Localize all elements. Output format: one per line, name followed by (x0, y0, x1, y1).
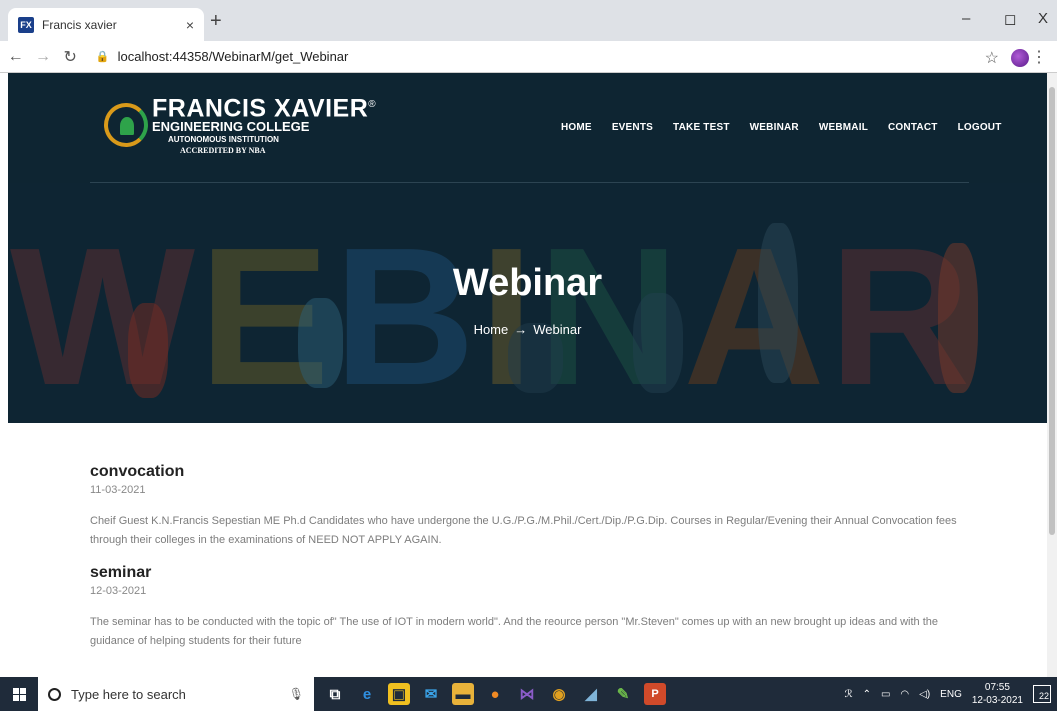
illustration-person (298, 298, 343, 388)
reload-icon[interactable]: ↻ (59, 47, 82, 67)
volume-icon[interactable]: ◁) (919, 689, 930, 700)
visual-studio-icon[interactable]: ⋈ (516, 683, 538, 705)
firefox-icon[interactable]: ● (484, 683, 506, 705)
minimize-button[interactable]: – (962, 10, 970, 27)
chrome-icon[interactable]: ◉ (548, 683, 570, 705)
store-icon[interactable]: ▣ (388, 683, 410, 705)
page-scrollbar[interactable] (1047, 73, 1057, 677)
scrollbar-thumb[interactable] (1049, 87, 1055, 535)
logo-emblem-icon (104, 102, 148, 147)
taskbar-search-placeholder: Type here to search (71, 686, 186, 702)
url-text: localhost:44358/WebinarM/get_Webinar (117, 49, 349, 64)
profile-avatar[interactable] (1011, 49, 1029, 67)
webinar-date: 11-03-2021 (90, 484, 146, 496)
task-view-icon[interactable]: ⧉ (324, 683, 346, 705)
illustration-person (633, 293, 683, 393)
main-menu: HOME EVENTS TAKE TEST WEBINAR WEBMAIL CO… (561, 122, 1002, 133)
battery-icon[interactable]: ▭ (881, 689, 890, 700)
tab-close-icon[interactable]: × (186, 17, 194, 33)
browser-tab-strip: FX Francis xavier × + – ◻ X (0, 0, 1057, 41)
list-item: seminar 12-03-2021 The seminar has to be… (90, 564, 970, 651)
breadcrumb-arrow-icon: → (514, 322, 528, 337)
clock-date: 12-03-2021 (971, 695, 1023, 706)
paint-app-icon[interactable]: ✎ (612, 683, 634, 705)
url-field[interactable]: 🔒 localhost:44358/WebinarM/get_Webinar (96, 44, 1057, 70)
webinar-title: convocation (90, 463, 185, 480)
bookmark-star-icon[interactable]: ☆ (985, 48, 999, 68)
webinar-title: seminar (90, 564, 152, 581)
breadcrumb: Home → Webinar (8, 322, 1047, 337)
header-divider (90, 182, 969, 183)
webinar-description: The seminar has to be conducted with the… (90, 616, 939, 647)
windows-logo-icon (12, 687, 26, 701)
system-tray: ℛ ⌃ ▭ ◠ ◁) ENG 07:55 12-03-2021 22 (845, 677, 1051, 711)
webinar-date: 12-03-2021 (90, 585, 147, 597)
lock-icon: 🔒 (95, 51, 110, 63)
registered-mark: ® (368, 99, 377, 110)
logo-line3: AUTONOMOUS INSTITUTION (168, 135, 279, 145)
college-logo[interactable]: FRANCIS XAVIER® ENGINEERING COLLEGE AUTO… (104, 93, 376, 156)
webinar-list: convocation 11-03-2021 Cheif Guest K.N.F… (90, 463, 970, 665)
menu-webmail[interactable]: WEBMAIL (819, 122, 868, 133)
forward-arrow-icon[interactable]: → (31, 48, 54, 66)
tab-title: Francis xavier (42, 17, 117, 32)
menu-logout[interactable]: LOGOUT (958, 122, 1002, 133)
powerpoint-icon[interactable]: P (644, 683, 666, 705)
menu-take-test[interactable]: TAKE TEST (673, 122, 730, 133)
back-arrow-icon[interactable]: ← (4, 48, 27, 66)
list-item: convocation 11-03-2021 Cheif Guest K.N.F… (90, 463, 970, 550)
edge-browser-icon[interactable]: e (356, 683, 378, 705)
breadcrumb-home[interactable]: Home (474, 322, 509, 337)
logo-line1: FRANCIS XAVIER (152, 94, 369, 123)
browser-menu-icon[interactable]: ⋮ (1031, 47, 1047, 67)
browser-tab[interactable]: FX Francis xavier × (8, 8, 204, 41)
address-toolbar: ← → ↻ 🔒 localhost:44358/WebinarM/get_Web… (0, 41, 1057, 73)
mail-icon[interactable]: ✉ (420, 683, 442, 705)
page-title: Webinar (452, 262, 603, 304)
hero-banner: WEBINAR FRANCIS XAVIER® ENGINEERING COLL… (8, 73, 1047, 423)
taskbar-search-box[interactable]: Type here to search 🎙 (38, 677, 314, 711)
notification-center-icon[interactable]: 22 (1033, 685, 1051, 703)
microphone-icon[interactable]: 🎙 (289, 687, 304, 701)
menu-events[interactable]: EVENTS (612, 122, 653, 133)
close-window-button[interactable]: X (1038, 10, 1048, 27)
logo-line2: ENGINEERING COLLEGE (152, 119, 310, 135)
windows-start-button[interactable] (0, 677, 38, 711)
webinar-description: Cheif Guest K.N.Francis Sepestian ME Ph.… (90, 515, 957, 546)
people-icon[interactable]: ℛ (845, 689, 853, 700)
illustration-person (128, 303, 168, 398)
menu-webinar[interactable]: WEBINAR (750, 122, 799, 133)
menu-contact[interactable]: CONTACT (888, 122, 938, 133)
logo-line4: ACCREDITED BY NBA (180, 146, 266, 156)
clock-time: 07:55 (984, 682, 1010, 693)
notification-count: 22 (1038, 691, 1049, 701)
new-tab-button[interactable]: + (210, 10, 222, 33)
language-indicator[interactable]: ENG (940, 689, 962, 700)
webpage: WEBINAR FRANCIS XAVIER® ENGINEERING COLL… (0, 73, 1047, 677)
pen-app-icon[interactable]: ◢ (580, 683, 602, 705)
breadcrumb-current: Webinar (533, 322, 582, 337)
restore-button[interactable]: ◻ (1004, 10, 1016, 28)
menu-home[interactable]: HOME (561, 122, 592, 133)
tray-chevron-icon[interactable]: ⌃ (863, 689, 871, 700)
cortana-icon (48, 687, 61, 701)
clock[interactable]: 07:55 12-03-2021 (972, 681, 1023, 707)
wifi-icon[interactable]: ◠ (900, 689, 909, 700)
site-favicon-icon: FX (18, 16, 34, 33)
file-explorer-icon[interactable]: ▬ (452, 683, 474, 705)
